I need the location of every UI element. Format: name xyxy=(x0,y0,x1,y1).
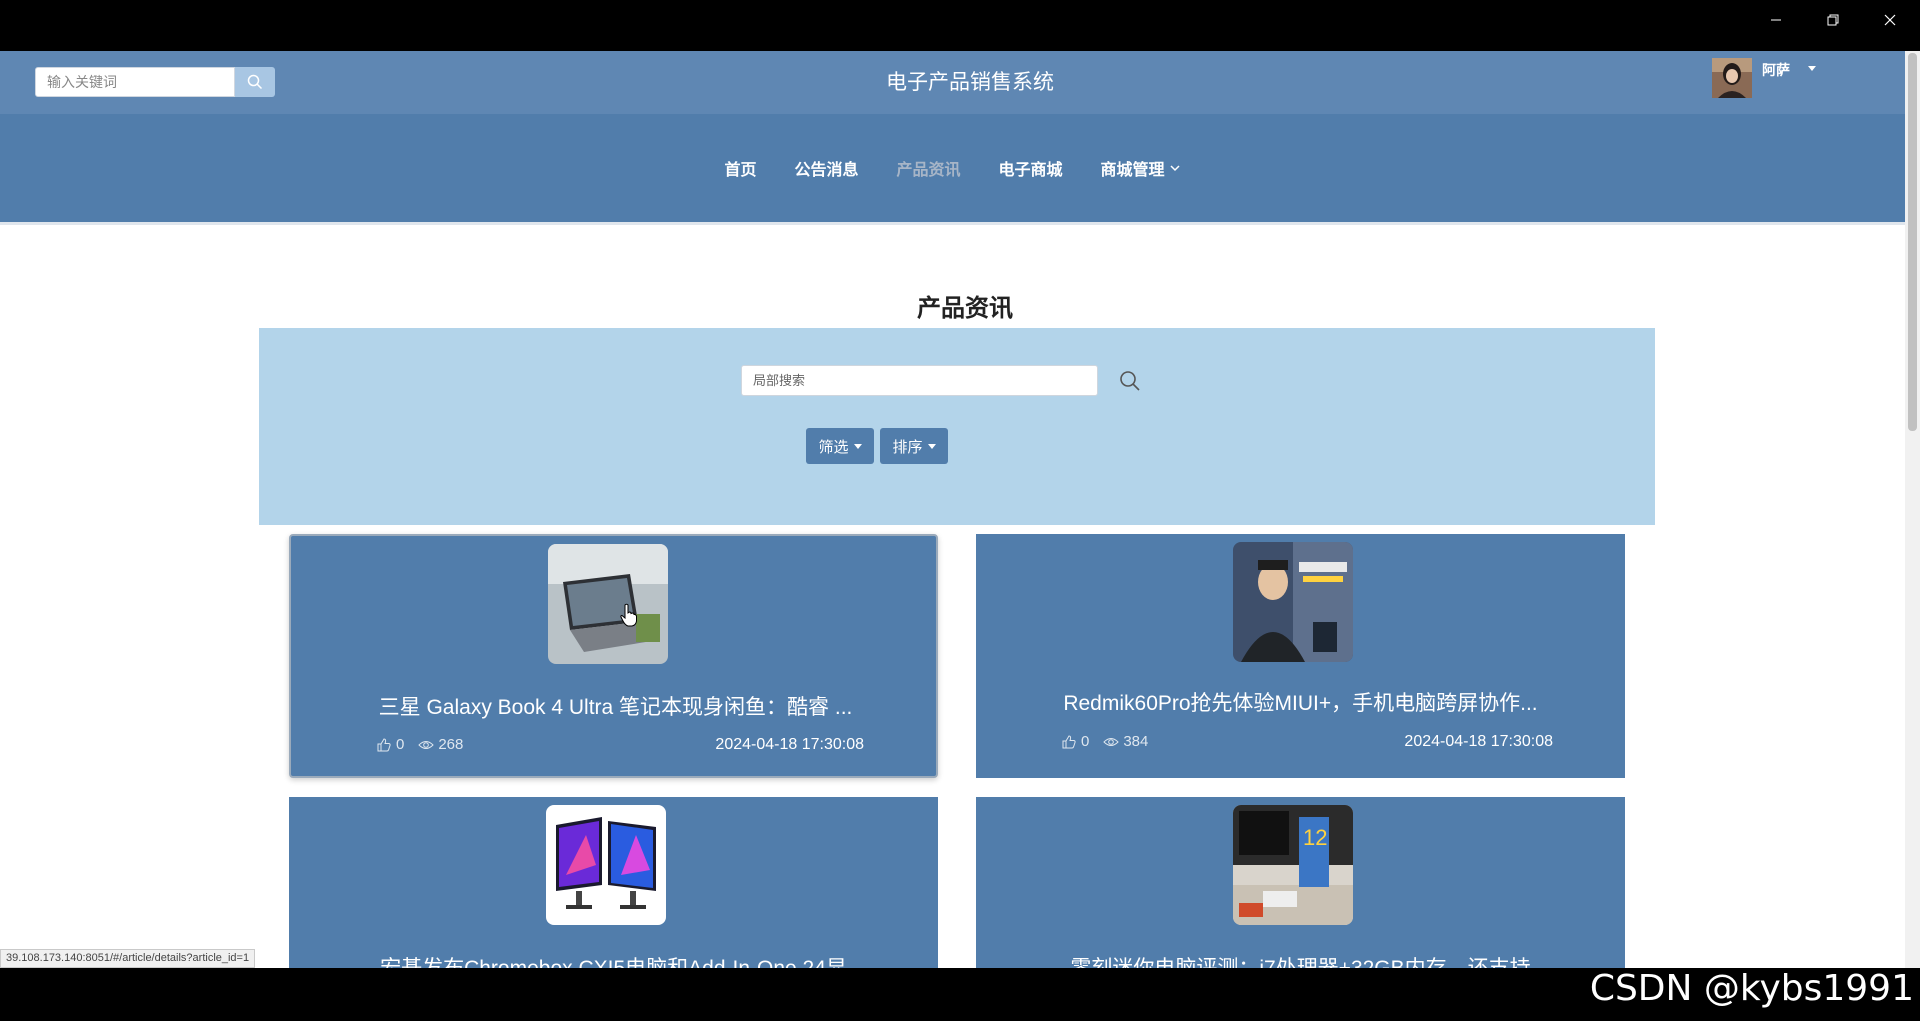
nav-item-announcements[interactable]: 公告消息 xyxy=(794,156,858,180)
nav-list: 首页 公告消息 产品资讯 电子商城 商城管理 xyxy=(0,114,1905,222)
hand-cursor-icon xyxy=(620,603,637,627)
nav-item-product-news[interactable]: 产品资讯 xyxy=(896,156,960,180)
filter-button-label: 筛选 xyxy=(818,438,849,456)
eye-icon xyxy=(1103,737,1120,746)
chevron-down-icon xyxy=(1170,165,1180,172)
article-thumbnail[interactable] xyxy=(1233,542,1353,662)
search-icon xyxy=(247,74,263,90)
article-thumbnail[interactable] xyxy=(548,544,668,664)
filter-dropdown-button[interactable]: 筛选 xyxy=(806,428,874,464)
laptop-image xyxy=(548,544,668,664)
user-avatar[interactable] xyxy=(1712,58,1752,98)
like-count: 0 xyxy=(396,736,405,753)
site-title: 电子产品销售系统 xyxy=(886,71,1054,94)
nav-item-label: 产品资讯 xyxy=(896,162,961,179)
watermark-text: CSDN @kybs1991 xyxy=(1589,968,1914,1009)
sort-button-label: 排序 xyxy=(892,438,923,456)
search-button[interactable] xyxy=(235,67,275,97)
caret-down-icon xyxy=(853,443,862,449)
nav-item-label: 商城管理 xyxy=(1100,162,1165,179)
scrollbar-thumb[interactable] xyxy=(1908,53,1917,431)
nav-item-home[interactable]: 首页 xyxy=(724,156,756,180)
status-bar-url: 39.108.173.140:8051/#/article/details?ar… xyxy=(0,949,256,968)
article-title[interactable]: 零刻迷你电脑评测：i7处理器+32GB内存，还支持 xyxy=(976,952,1625,968)
page-title: 产品资讯 xyxy=(917,295,1013,322)
like-count: 0 xyxy=(1081,733,1090,750)
close-button[interactable] xyxy=(1862,0,1918,40)
article-thumbnail[interactable] xyxy=(546,805,666,925)
monitor-image xyxy=(546,805,666,925)
avatar-image xyxy=(1712,58,1752,98)
thumbs-up-icon[interactable] xyxy=(1061,734,1077,750)
article-stats: 0 268 xyxy=(376,736,463,753)
article-title[interactable]: 宏碁发布Chromebox CXI5电脑和Add-In-One 24显 xyxy=(289,952,938,968)
window-titlebar xyxy=(0,0,1920,51)
restore-button[interactable] xyxy=(1805,0,1861,40)
nav-item-label: 公告消息 xyxy=(794,162,859,179)
search-icon[interactable] xyxy=(1118,369,1142,393)
browser-viewport: 输入关键词 电子产品销售系统 阿萨 首页 公告消息 产品资讯 电子商城 商城管理 xyxy=(0,51,1905,968)
svg-text:12: 12 xyxy=(1303,825,1327,850)
article-title[interactable]: Redmik60Pro抢先体验MIUI+，手机电脑跨屏协作... xyxy=(976,687,1625,717)
article-card[interactable]: Redmik60Pro抢先体验MIUI+，手机电脑跨屏协作... 0 384 2… xyxy=(976,534,1625,778)
phone-review-image xyxy=(1233,542,1353,662)
restore-icon xyxy=(1827,14,1839,26)
article-card[interactable]: 三星 Galaxy Book 4 Ultra 笔记本现身闲鱼：酷睿 ... 0 … xyxy=(289,534,938,778)
article-card[interactable]: 宏碁发布Chromebox CXI5电脑和Add-In-One 24显 xyxy=(289,797,938,968)
article-stats: 0 384 xyxy=(1061,733,1148,750)
view-count: 268 xyxy=(438,736,464,753)
view-count: 384 xyxy=(1123,733,1149,750)
article-date: 2024-04-18 17:30:08 xyxy=(1404,733,1553,750)
top-header: 输入关键词 电子产品销售系统 阿萨 xyxy=(0,51,1905,114)
search-input[interactable]: 输入关键词 xyxy=(35,67,235,97)
sort-dropdown-button[interactable]: 排序 xyxy=(880,428,948,464)
mini-pc-image: 12 xyxy=(1233,805,1353,925)
article-thumbnail[interactable]: 12 xyxy=(1233,805,1353,925)
nav-item-label: 电子商城 xyxy=(998,162,1063,179)
article-title[interactable]: 三星 Galaxy Book 4 Ultra 笔记本现身闲鱼：酷睿 ... xyxy=(291,691,940,721)
filter-panel: 局部搜索 筛选 排序 xyxy=(259,328,1655,525)
local-search-input[interactable]: 局部搜索 xyxy=(741,365,1098,396)
nav-item-label: 首页 xyxy=(724,162,757,179)
article-date: 2024-04-18 17:30:08 xyxy=(715,736,864,753)
article-card[interactable]: 12 零刻迷你电脑评测：i7处理器+32GB内存，还支持 xyxy=(976,797,1625,968)
eye-icon xyxy=(418,740,435,749)
caret-down-icon xyxy=(927,443,936,449)
close-icon xyxy=(1884,14,1896,26)
main-navbar: 首页 公告消息 产品资讯 电子商城 商城管理 xyxy=(0,114,1905,225)
page-scrollbar[interactable] xyxy=(1905,51,1920,968)
minimize-icon xyxy=(1771,19,1781,21)
thumbs-up-icon[interactable] xyxy=(376,737,392,753)
minimize-button[interactable] xyxy=(1748,0,1804,40)
user-name[interactable]: 阿萨 xyxy=(1762,60,1790,80)
user-dropdown-caret-icon[interactable] xyxy=(1808,66,1816,71)
nav-item-store[interactable]: 电子商城 xyxy=(999,156,1063,180)
nav-item-store-management[interactable]: 商城管理 xyxy=(1101,156,1181,180)
